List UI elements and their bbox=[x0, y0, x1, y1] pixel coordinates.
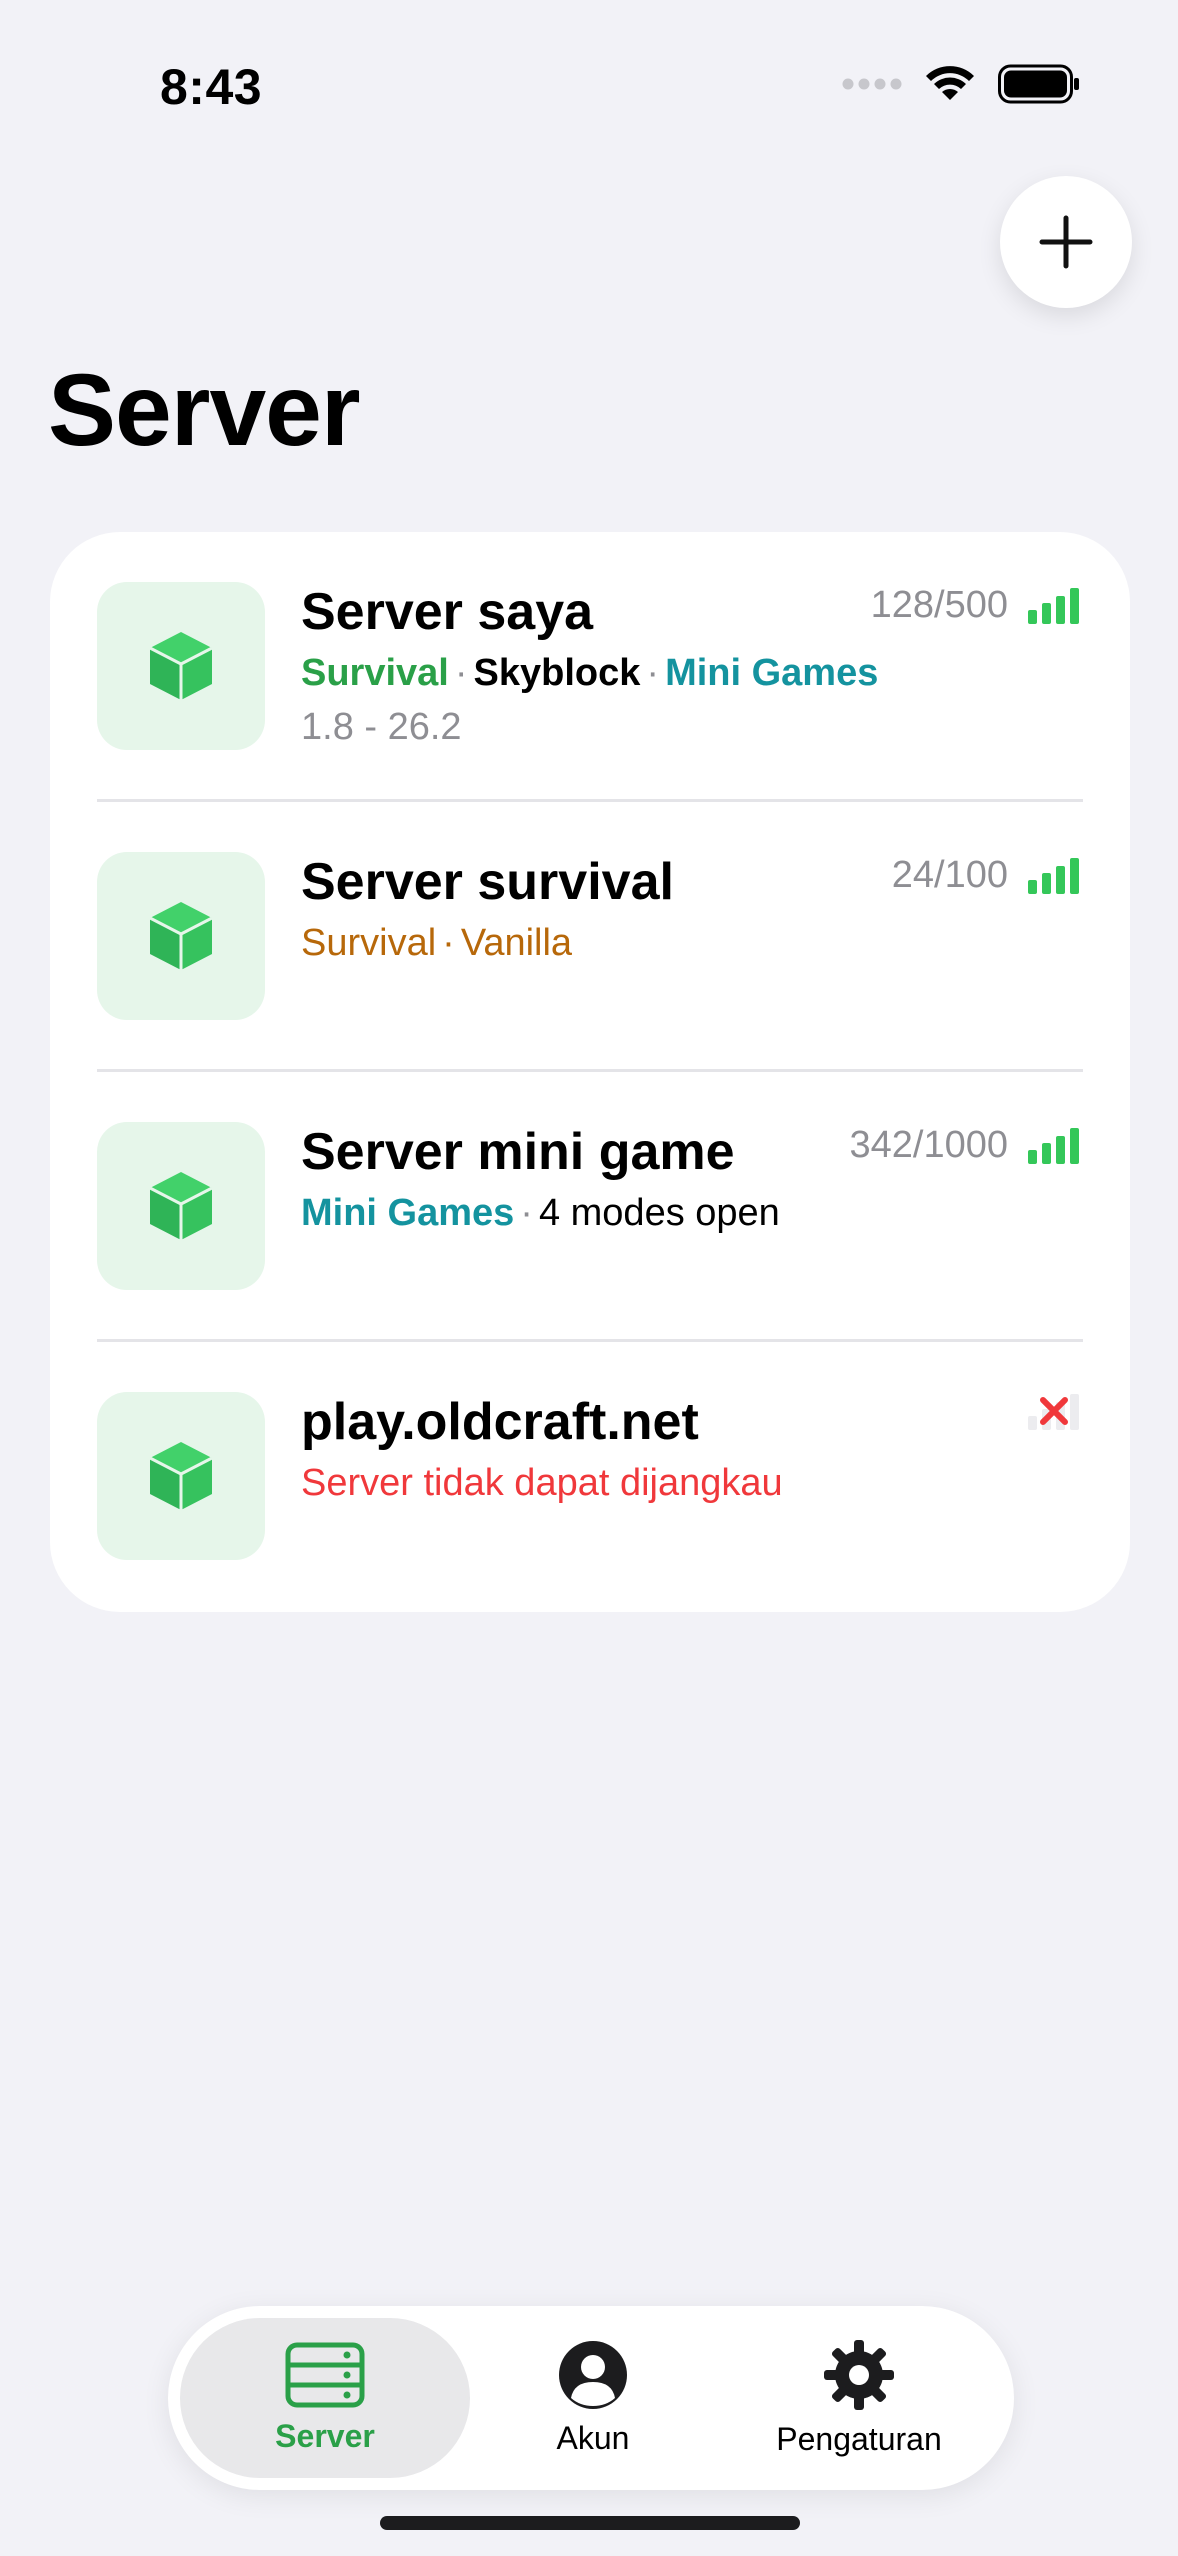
server-row-server-survival[interactable]: Server survival Survival · Vanilla 24/100 bbox=[50, 802, 1130, 1072]
home-indicator bbox=[380, 2516, 800, 2530]
tab-pengaturan[interactable]: Pengaturan bbox=[714, 2318, 1004, 2478]
server-list-screen: 8:43 Server Server saya Survival · Skybl… bbox=[0, 0, 1178, 2556]
add-server-button[interactable] bbox=[1000, 176, 1132, 308]
tag-mini-games: Mini Games bbox=[665, 652, 879, 694]
server-tags: Survival · Vanilla bbox=[301, 922, 573, 964]
server-name: Server saya bbox=[301, 583, 594, 641]
signal-bars-icon bbox=[1028, 1127, 1079, 1164]
server-thumbnail bbox=[97, 852, 265, 1020]
signal-bars-icon bbox=[1028, 857, 1079, 894]
tag-survival: Survival bbox=[301, 922, 437, 964]
server-status-error: Server tidak dapat dijangkau bbox=[301, 1462, 783, 1504]
signal-bars-icon bbox=[1028, 587, 1079, 624]
server-list: Server saya Survival · Skyblock · Mini Games… bbox=[50, 532, 1130, 1612]
server-name: play.oldcraft.net bbox=[301, 1393, 699, 1451]
player-count: 128/500 bbox=[870, 584, 1008, 626]
server-name: Server mini game bbox=[301, 1123, 735, 1181]
status-time: 8:43 bbox=[160, 59, 263, 115]
server-row-play-oldcraft[interactable]: play.oldcraft.net Server tidak dapat dij… bbox=[50, 1342, 1130, 1612]
player-count: 24/100 bbox=[891, 854, 1008, 896]
wifi-icon bbox=[926, 66, 974, 100]
gear-icon bbox=[824, 2339, 894, 2410]
player-count: 342/1000 bbox=[849, 1124, 1009, 1166]
cube-icon bbox=[149, 902, 213, 970]
server-name: Server survival bbox=[301, 853, 674, 911]
server-version: 1.8 - 26.2 bbox=[301, 706, 462, 748]
tab-label: Akun bbox=[556, 2419, 630, 2456]
server-tags: Mini Games · 4 modes open bbox=[301, 1192, 780, 1234]
server-thumbnail bbox=[97, 582, 265, 750]
cube-icon bbox=[149, 1172, 213, 1240]
tag-modes-open: 4 modes open bbox=[538, 1192, 780, 1234]
tab-label: Server bbox=[275, 2417, 375, 2454]
server-meta: 24/100 bbox=[892, 854, 1080, 897]
plus-icon bbox=[1039, 215, 1093, 269]
status-icons bbox=[842, 64, 1080, 104]
tab-akun[interactable]: Akun bbox=[448, 2318, 738, 2478]
tag-mini-games: Mini Games bbox=[301, 1192, 515, 1234]
tab-bar: Server Akun Pengaturan bbox=[168, 2306, 1014, 2490]
tag-vanilla: Vanilla bbox=[460, 922, 573, 964]
battery-icon bbox=[998, 64, 1079, 104]
cube-icon bbox=[149, 1442, 213, 1510]
cube-icon bbox=[149, 632, 213, 700]
page-title: Server bbox=[48, 353, 361, 467]
server-tags: Survival · Skyblock · Mini Games bbox=[301, 652, 879, 694]
server-row-server-saya[interactable]: Server saya Survival · Skyblock · Mini Games… bbox=[50, 532, 1130, 802]
tag-survival: Survival bbox=[301, 652, 449, 694]
unreachable-icon bbox=[1028, 1394, 1079, 1430]
server-thumbnail bbox=[97, 1122, 265, 1290]
server-meta: 128/500 bbox=[871, 584, 1080, 627]
signal-dots-icon bbox=[842, 78, 902, 90]
tab-label: Pengaturan bbox=[776, 2420, 942, 2457]
server-row-server-mini-game[interactable]: Server mini game Mini Games · 4 modes open… bbox=[50, 1072, 1130, 1342]
tag-skyblock: Skyblock bbox=[473, 652, 641, 694]
server-thumbnail bbox=[97, 1392, 265, 1560]
tab-server[interactable]: Server bbox=[180, 2318, 470, 2478]
server-meta bbox=[1028, 1394, 1080, 1430]
person-circle-icon bbox=[559, 2340, 627, 2409]
server-meta: 342/1000 bbox=[850, 1124, 1081, 1167]
server-rack-icon bbox=[285, 2342, 365, 2407]
